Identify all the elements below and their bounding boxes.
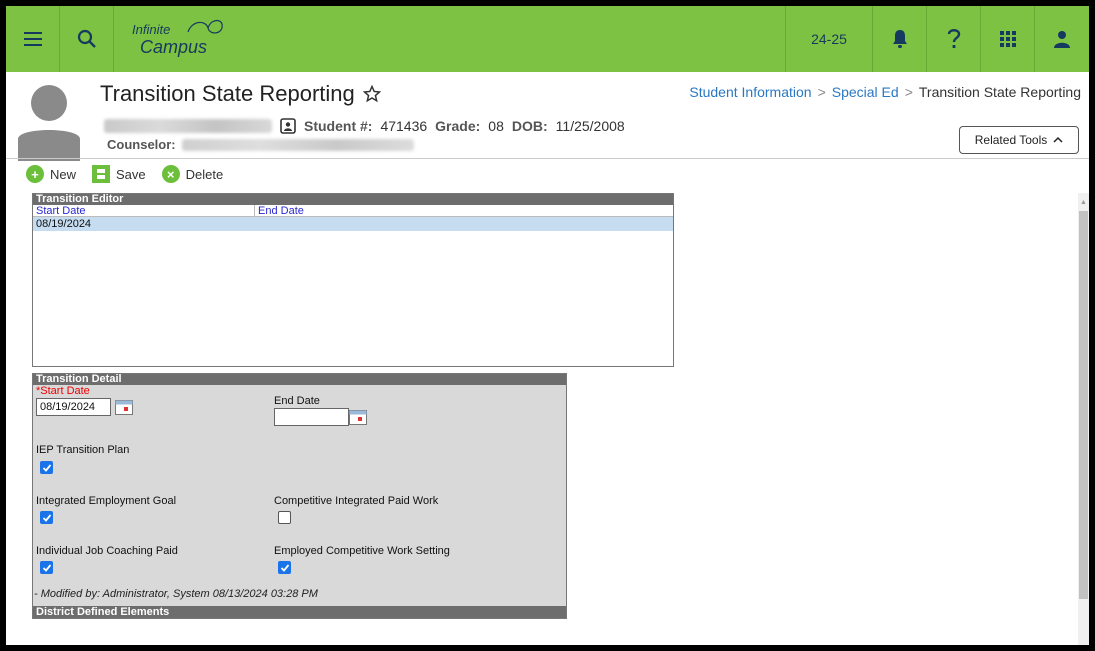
scrollbar-thumb[interactable] xyxy=(1079,211,1088,599)
individual-job-coaching-paid-checkbox[interactable] xyxy=(40,561,53,574)
modified-by-text: - Modified by: Administrator, System 08/… xyxy=(34,588,318,600)
counselor-label: Counselor: xyxy=(107,137,176,152)
student-avatar xyxy=(18,85,80,161)
bell-icon xyxy=(892,30,907,48)
grade-label: Grade: xyxy=(435,118,481,134)
search-button[interactable] xyxy=(60,6,114,72)
editor-column-headers: Start Date End Date xyxy=(33,205,673,217)
delete-button[interactable]: × Delete xyxy=(161,165,223,183)
menu-button[interactable] xyxy=(6,6,60,72)
help-button[interactable] xyxy=(927,6,981,72)
checkmark-icon xyxy=(42,463,51,472)
student-number-label: Student #: xyxy=(304,118,373,134)
app-grid-icon xyxy=(999,31,1016,47)
column-end-date[interactable]: End Date xyxy=(255,205,304,217)
header-divider xyxy=(6,158,1089,159)
dob-label: DOB: xyxy=(511,118,548,134)
breadcrumb-student-information[interactable]: Student Information xyxy=(689,84,811,100)
search-icon xyxy=(77,29,96,48)
top-navigation-bar: Infinite Campus 24-25 xyxy=(6,6,1089,72)
breadcrumb-special-ed[interactable]: Special Ed xyxy=(832,84,899,100)
start-date-label: *Start Date xyxy=(36,385,90,397)
checkmark-icon xyxy=(42,513,51,522)
dob-value: 11/25/2008 xyxy=(555,118,625,134)
breadcrumb: Student Information > Special Ed > Trans… xyxy=(689,84,1081,100)
end-date-label: End Date xyxy=(274,395,320,407)
integrated-employment-goal-checkbox[interactable] xyxy=(40,511,53,524)
table-row[interactable]: 08/19/2024 xyxy=(33,217,673,231)
employed-competitive-work-setting-label: Employed Competitive Work Setting xyxy=(274,545,450,557)
transition-detail-panel: Transition Detail *Start Date 08/19/2024… xyxy=(32,373,567,619)
district-defined-elements-header[interactable]: District Defined Elements xyxy=(33,606,566,618)
chevron-up-icon xyxy=(1053,136,1063,143)
counselor-line: Counselor: xyxy=(107,137,414,152)
infinite-campus-logo[interactable]: Infinite Campus xyxy=(132,19,223,56)
hamburger-icon xyxy=(23,32,42,46)
related-tools-button[interactable]: Related Tools xyxy=(959,126,1079,154)
competitive-integrated-paid-work-checkbox[interactable] xyxy=(278,511,291,524)
new-button[interactable]: + New xyxy=(26,165,76,183)
page-title: Transition State Reporting xyxy=(100,81,381,107)
transition-detail-title: Transition Detail xyxy=(33,374,566,385)
column-start-date[interactable]: Start Date xyxy=(33,205,255,217)
checkmark-icon xyxy=(42,563,51,572)
user-account-button[interactable] xyxy=(1035,6,1089,72)
start-date-input[interactable]: 08/19/2024 xyxy=(36,398,111,416)
scroll-up-arrow-icon[interactable]: ▲ xyxy=(1080,199,1087,206)
grade-value: 08 xyxy=(488,118,504,134)
calendar-icon[interactable] xyxy=(349,409,367,425)
individual-job-coaching-paid-label: Individual Job Coaching Paid xyxy=(36,545,178,557)
breadcrumb-separator-icon: > xyxy=(817,84,826,100)
plus-icon: + xyxy=(26,165,44,183)
integrated-employment-goal-label: Integrated Employment Goal xyxy=(36,495,177,507)
vertical-scrollbar[interactable]: ▲ xyxy=(1078,193,1089,645)
school-year-selector[interactable]: 24-25 xyxy=(785,6,873,72)
notifications-button[interactable] xyxy=(873,6,927,72)
contact-card-icon[interactable] xyxy=(280,118,296,134)
apps-button[interactable] xyxy=(981,6,1035,72)
transition-editor-panel: Transition Editor Start Date End Date 08… xyxy=(32,193,674,367)
iep-transition-plan-checkbox[interactable] xyxy=(40,461,53,474)
student-info-line: Student #: 471436 Grade: 08 DOB: 11/25/2… xyxy=(104,118,625,134)
logo-swoosh-icon xyxy=(187,19,223,34)
user-icon xyxy=(1054,31,1070,48)
save-button[interactable]: Save xyxy=(92,165,146,183)
transition-editor-title: Transition Editor xyxy=(33,194,673,205)
favorite-star-icon[interactable] xyxy=(362,85,381,103)
delete-x-icon: × xyxy=(161,165,180,183)
question-mark-icon xyxy=(947,29,960,48)
breadcrumb-separator-icon: > xyxy=(904,84,913,100)
iep-transition-plan-label: IEP Transition Plan xyxy=(36,444,130,456)
checkmark-icon xyxy=(280,563,289,572)
student-name-redacted xyxy=(104,119,272,133)
breadcrumb-current: Transition State Reporting xyxy=(918,84,1081,100)
counselor-names-redacted xyxy=(181,138,414,151)
app-window: Infinite Campus 24-25 Transition State R xyxy=(6,6,1089,645)
save-disk-icon xyxy=(92,165,111,183)
employed-competitive-work-setting-checkbox[interactable] xyxy=(278,561,291,574)
end-date-input[interactable] xyxy=(274,408,349,426)
calendar-icon[interactable] xyxy=(115,399,133,415)
student-number: 471436 xyxy=(380,118,428,134)
competitive-integrated-paid-work-label: Competitive Integrated Paid Work xyxy=(274,495,439,507)
action-toolbar: + New Save × Delete xyxy=(26,165,231,183)
